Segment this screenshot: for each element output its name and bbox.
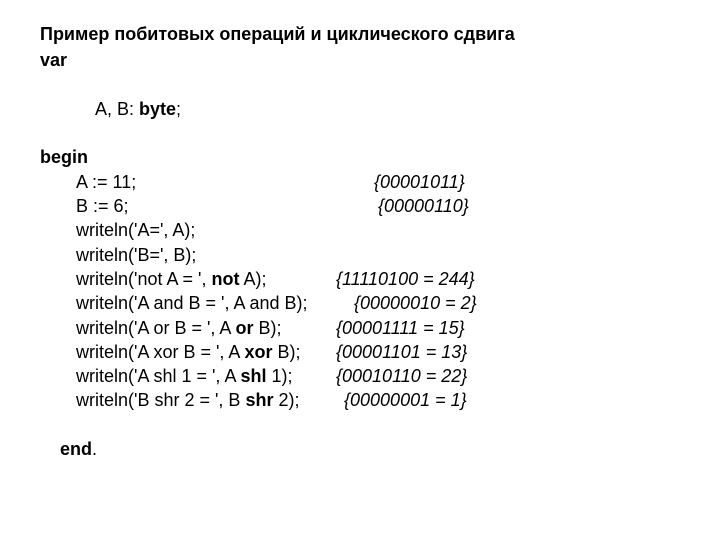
writeln-not-comment: {11110100 = 244} [336,267,475,291]
writeln-shr-comment: {00000001 = 1} [344,388,467,412]
writeln-not-code: writeln('not A = ', not A); [76,267,336,291]
writeln-shl-code: writeln('A shl 1 = ', A shl 1); [76,364,336,388]
writeln-not-line: writeln('not A = ', not A); {11110100 = … [40,267,680,291]
assign-a-line: A := 11; {00001011} [40,170,680,194]
assign-b-code: B := 6; [76,194,378,218]
assign-a-code: A := 11; [76,170,374,194]
writeln-shl-comment: {00010110 = 22} [336,364,467,388]
assign-b-line: B := 6; {00000110} [40,194,680,218]
decl-prefix: A, B: [95,99,139,119]
assign-b-comment: {00000110} [378,194,469,218]
keyword-begin: begin [40,145,680,169]
writeln-shr-line: writeln('B shr 2 = ', B shr 2); {0000000… [40,388,680,412]
listing-title: Пример побитовых операций и циклического… [40,22,680,46]
declaration-line: A, B: byte; [40,73,680,146]
writeln-or-comment: {00001111 = 15} [336,316,465,340]
writeln-and-code: writeln('A and B = ', A and B); [76,291,354,315]
decl-suffix: ; [176,99,181,119]
writeln-or-code: writeln('A or B = ', A or B); [76,316,336,340]
keyword-end-line: end. [40,413,680,486]
writeln-xor-code: writeln('A xor B = ', A xor B); [76,340,336,364]
keyword-end: end [60,439,92,459]
writeln-xor-comment: {00001101 = 13} [336,340,467,364]
writeln-shl-line: writeln('A shl 1 = ', A shl 1); {0001011… [40,364,680,388]
assign-a-comment: {00001011} [374,170,465,194]
keyword-var: var [40,48,680,72]
writeln-or-line: writeln('A or B = ', A or B); {00001111 … [40,316,680,340]
code-listing: Пример побитовых операций и циклического… [0,0,720,486]
writeln-shr-code: writeln('B shr 2 = ', B shr 2); [76,388,344,412]
writeln-a: writeln('A=', A); [40,218,680,242]
keyword-byte: byte [139,99,176,119]
writeln-b: writeln('B=', B); [40,243,680,267]
writeln-xor-line: writeln('A xor B = ', A xor B); {0000110… [40,340,680,364]
writeln-and-comment: {00000010 = 2} [354,291,477,315]
writeln-and-line: writeln('A and B = ', A and B); {0000001… [40,291,680,315]
